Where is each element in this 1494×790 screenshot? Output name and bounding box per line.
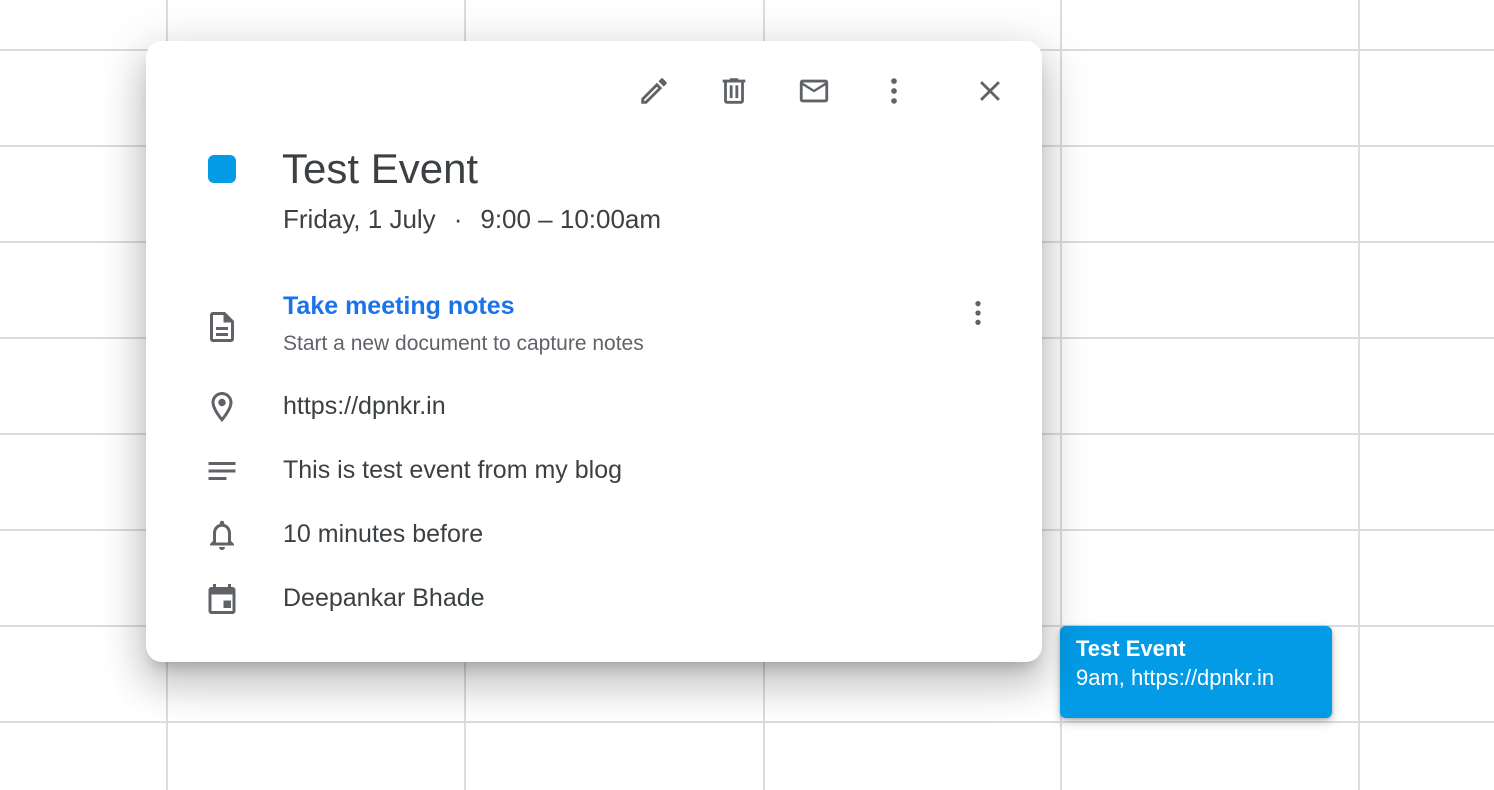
trash-icon: [722, 78, 746, 104]
location-row-icon: [202, 387, 242, 427]
take-meeting-notes-link[interactable]: Take meeting notes: [283, 290, 515, 322]
close-button[interactable]: [966, 67, 1014, 115]
more-vert-icon: [891, 78, 897, 104]
description-row-icon: [202, 451, 242, 491]
event-description: This is test event from my blog: [283, 456, 623, 484]
event-chip-subtitle: 9am, https://dpnkr.in: [1076, 665, 1275, 690]
calendar-row-icon: [202, 579, 242, 619]
event-datetime: Friday, 1 July · 9:00 – 10:00am: [283, 203, 661, 235]
email-guests-button[interactable]: [790, 67, 838, 115]
grid-row-line: [0, 721, 1494, 723]
event-chip[interactable]: Test Event 9am, https://dpnkr.in: [1060, 626, 1332, 718]
location-pin-icon: [211, 392, 233, 422]
document-icon: [210, 312, 234, 342]
close-icon: [980, 81, 1000, 101]
reminder-row-icon: [202, 515, 242, 555]
meeting-notes-subtitle: Start a new document to capture notes: [283, 332, 644, 355]
calendar-icon: [208, 584, 236, 614]
event-details-popover: Test Event Friday, 1 July · 9:00 – 10:00am…: [146, 41, 1042, 662]
pencil-icon: [641, 78, 667, 104]
more-vert-icon: [975, 301, 981, 325]
grid-column-line: [1358, 0, 1360, 790]
description-lines-icon: [208, 462, 236, 480]
calendar-owner: Deepankar Bhade: [283, 584, 485, 612]
edit-event-button[interactable]: [630, 67, 678, 115]
event-chip-title: Test Event: [1076, 636, 1186, 661]
event-title: Test Event: [282, 145, 479, 192]
event-time: 9:00 – 10:00am: [480, 204, 662, 234]
event-location: https://dpnkr.in: [283, 392, 446, 420]
datetime-separator: ·: [453, 204, 463, 234]
event-date: Friday, 1 July: [283, 204, 436, 234]
options-button[interactable]: [870, 67, 918, 115]
event-reminder: 10 minutes before: [283, 520, 484, 548]
delete-event-button[interactable]: [710, 67, 758, 115]
bell-icon: [210, 520, 234, 550]
mail-icon: [799, 79, 829, 103]
event-color-indicator: [208, 155, 236, 183]
notes-row-icon: [202, 307, 242, 347]
notes-options-button[interactable]: [954, 289, 1002, 337]
